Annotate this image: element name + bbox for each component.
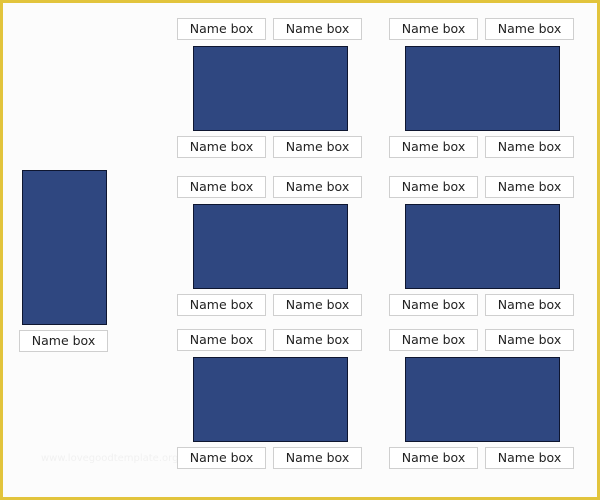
name-box-bottom-right[interactable]: Name box [485,447,574,469]
name-box-bottom-left[interactable]: Name box [177,447,266,469]
name-box-bottom-left[interactable]: Name box [389,294,478,316]
name-box-top-right[interactable]: Name box [485,18,574,40]
name-box-top-right[interactable]: Name box [485,176,574,198]
photo-placeholder-single[interactable] [22,170,107,325]
name-box-bottom-left[interactable]: Name box [389,136,478,158]
name-box-top-right[interactable]: Name box [273,18,362,40]
photo-placeholder[interactable] [193,357,348,442]
watermark-text: www.lovegoodtemplate.org [41,453,179,464]
name-box-top-left[interactable]: Name box [177,18,266,40]
photo-placeholder[interactable] [193,46,348,131]
name-box-top-left[interactable]: Name box [177,329,266,351]
name-box-bottom-right[interactable]: Name box [273,294,362,316]
name-box-top-right[interactable]: Name box [273,176,362,198]
name-box-bottom-left[interactable]: Name box [177,294,266,316]
name-box-single[interactable]: Name box [19,330,108,352]
name-box-top-left[interactable]: Name box [389,18,478,40]
photo-placeholder[interactable] [405,357,560,442]
name-box-bottom-left[interactable]: Name box [389,447,478,469]
name-box-top-left[interactable]: Name box [389,329,478,351]
name-box-top-left[interactable]: Name box [389,176,478,198]
name-box-bottom-right[interactable]: Name box [273,447,362,469]
photo-placeholder[interactable] [405,46,560,131]
photo-placeholder[interactable] [405,204,560,289]
photo-placeholder[interactable] [193,204,348,289]
name-box-bottom-right[interactable]: Name box [485,294,574,316]
name-box-top-right[interactable]: Name box [485,329,574,351]
name-box-bottom-right[interactable]: Name box [273,136,362,158]
template-canvas: www.lovegoodtemplate.org Name box Name b… [3,3,597,497]
name-box-bottom-left[interactable]: Name box [177,136,266,158]
name-box-bottom-right[interactable]: Name box [485,136,574,158]
name-box-top-right[interactable]: Name box [273,329,362,351]
name-box-top-left[interactable]: Name box [177,176,266,198]
